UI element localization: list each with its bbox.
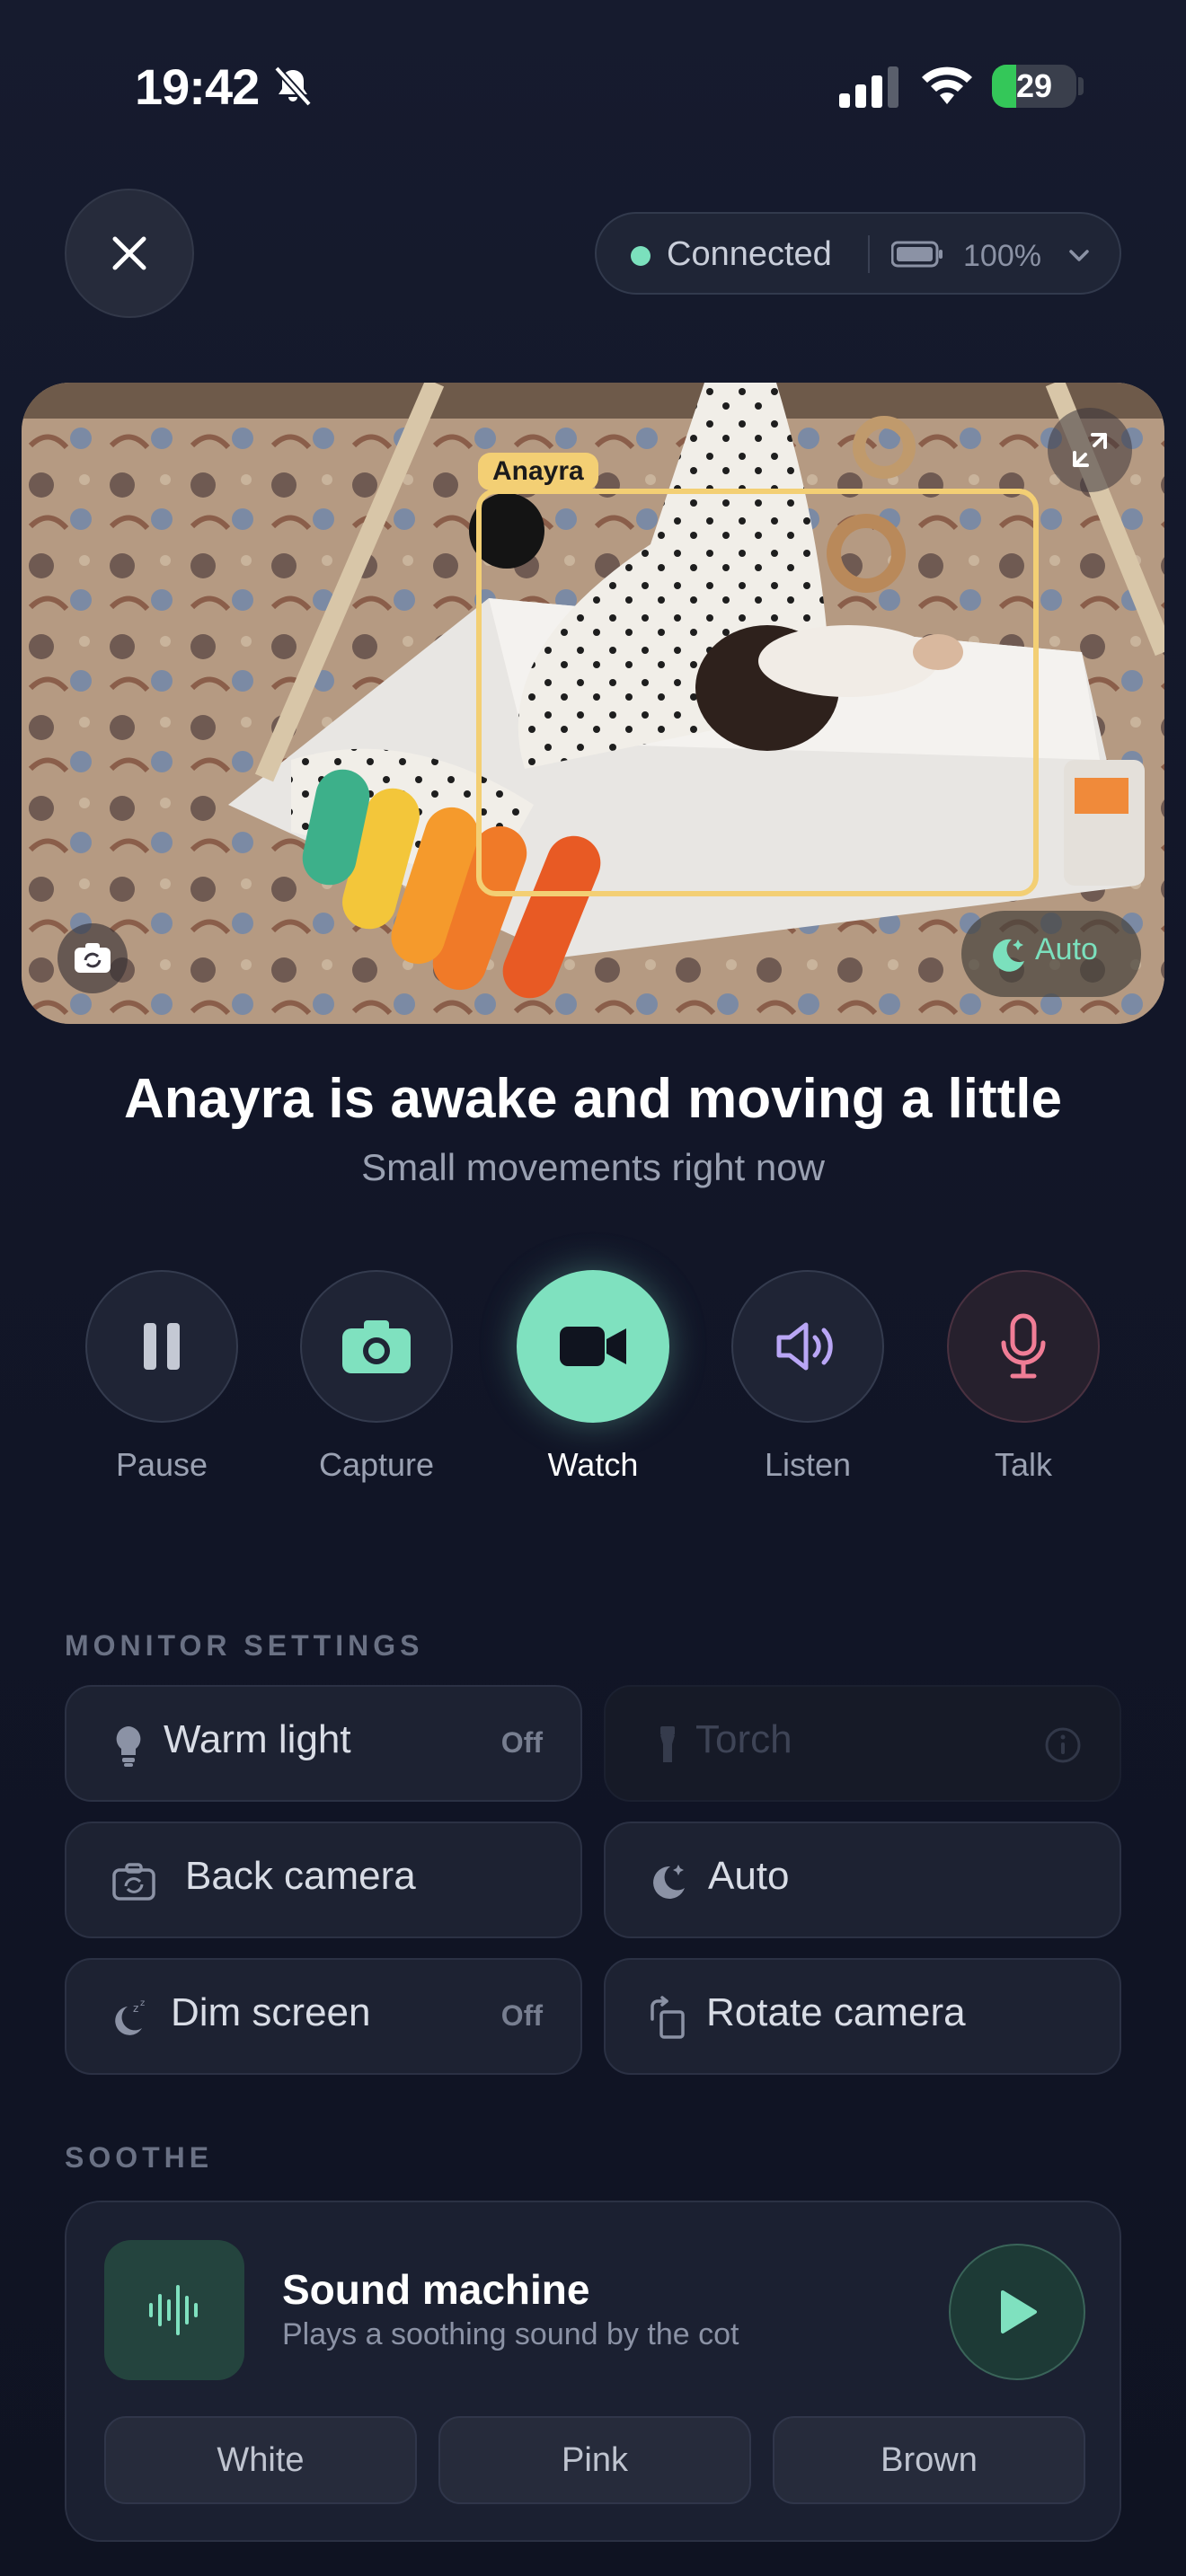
rotate-camera-button[interactable]: Rotate camera bbox=[604, 1958, 1121, 2075]
info-icon bbox=[1045, 1727, 1081, 1763]
close-icon bbox=[112, 236, 146, 270]
close-button[interactable] bbox=[65, 189, 194, 318]
dim-screen-value: Off bbox=[500, 1999, 543, 2032]
night-mode-label: Auto bbox=[708, 1854, 790, 1898]
camera-icon bbox=[342, 1320, 411, 1373]
tracking-label: Anayra bbox=[478, 453, 598, 490]
microphone-icon bbox=[1001, 1313, 1046, 1379]
dim-screen-toggle[interactable]: z z Dim screen Off bbox=[65, 1958, 582, 2075]
flashlight-icon bbox=[660, 1726, 675, 1762]
listen-button[interactable]: Listen bbox=[731, 1270, 884, 1495]
play-icon bbox=[1001, 2290, 1037, 2333]
moon-icon bbox=[653, 1865, 685, 1899]
tracking-box bbox=[476, 489, 1039, 896]
sound-machine-title: Sound machine bbox=[282, 2266, 590, 2313]
chevron-down-icon bbox=[1069, 250, 1089, 261]
play-button[interactable] bbox=[949, 2244, 1085, 2380]
back-camera-label: Back camera bbox=[185, 1854, 416, 1898]
listen-label: Listen bbox=[764, 1446, 852, 1483]
device-battery-percent: 100% bbox=[963, 239, 1041, 273]
night-mode-label: Auto bbox=[1035, 932, 1098, 966]
fullscreen-button[interactable] bbox=[1048, 408, 1132, 492]
soothe-heading: SOOTHE bbox=[65, 2141, 214, 2174]
pause-label: Pause bbox=[115, 1446, 208, 1483]
monitor-settings-heading: MONITOR SETTINGS bbox=[65, 1629, 424, 1662]
torch-label: Torch bbox=[695, 1717, 792, 1761]
sound-wave-icon bbox=[149, 2285, 198, 2335]
flip-camera-button[interactable] bbox=[58, 923, 128, 993]
pause-button[interactable]: Pause bbox=[85, 1270, 238, 1495]
torch-toggle: Torch bbox=[604, 1685, 1121, 1802]
talk-label: Talk bbox=[994, 1446, 1053, 1483]
connection-status-pill[interactable]: Connected 100% bbox=[595, 212, 1121, 295]
sound-machine-icon-tile bbox=[104, 2240, 244, 2380]
pause-icon bbox=[144, 1323, 180, 1370]
capture-circle bbox=[300, 1270, 453, 1423]
pause-circle bbox=[85, 1270, 238, 1423]
switch-camera-icon bbox=[112, 1863, 155, 1901]
dim-screen-label: Dim screen bbox=[171, 1990, 371, 2034]
moon-icon bbox=[993, 939, 1024, 972]
sound-machine-subtitle: Plays a soothing sound by the cot bbox=[282, 2317, 739, 2351]
watch-button[interactable]: Watch bbox=[517, 1270, 669, 1495]
baby-status-title: Anayra is awake and moving a little bbox=[123, 1068, 1063, 1130]
video-icon bbox=[560, 1327, 626, 1366]
capture-button[interactable]: Capture bbox=[300, 1270, 453, 1495]
expand-icon bbox=[1073, 433, 1107, 467]
battery-tip bbox=[1078, 77, 1084, 95]
white-noise-button[interactable]: White bbox=[104, 2416, 417, 2504]
divider bbox=[868, 235, 870, 273]
baby-status-subtitle: Small movements right now bbox=[361, 1146, 825, 1188]
svg-text:z: z bbox=[133, 2002, 138, 2015]
battery-percent: 29 bbox=[1015, 67, 1053, 104]
moon-sleep-icon: z z bbox=[115, 1998, 145, 2035]
camera-feed[interactable]: Anayra Auto bbox=[22, 383, 1164, 1024]
night-mode-toggle[interactable]: Auto bbox=[604, 1822, 1121, 1938]
battery-indicator: 29 bbox=[992, 65, 1076, 108]
bell-muted-icon bbox=[274, 66, 312, 107]
lightbulb-icon bbox=[116, 1726, 141, 1767]
cellular-signal-icon bbox=[839, 66, 898, 108]
watch-circle bbox=[517, 1270, 669, 1423]
connection-status: Connected bbox=[667, 235, 832, 273]
warm-light-toggle[interactable]: Warm light Off bbox=[65, 1685, 582, 1802]
switch-camera-icon bbox=[75, 943, 111, 973]
connection-dot bbox=[631, 246, 651, 266]
talk-button[interactable]: Talk bbox=[947, 1270, 1100, 1495]
speaker-icon bbox=[776, 1322, 833, 1371]
rotate-icon bbox=[651, 1996, 685, 2039]
watch-label: Watch bbox=[547, 1446, 639, 1483]
svg-text:z: z bbox=[140, 1998, 145, 2008]
night-mode-pill[interactable]: Auto bbox=[961, 911, 1141, 997]
warm-light-label: Warm light bbox=[164, 1717, 351, 1761]
status-bar: 19:42 29 bbox=[0, 0, 1186, 171]
monitor-screen: 19:42 29 Connected 100% Anayra Auto Anay… bbox=[0, 0, 1186, 2576]
status-time: 19:42 bbox=[135, 58, 260, 115]
wifi-icon bbox=[922, 66, 972, 104]
brown-noise-button[interactable]: Brown bbox=[773, 2416, 1085, 2504]
talk-circle bbox=[947, 1270, 1100, 1423]
device-battery-icon bbox=[891, 241, 943, 268]
listen-circle bbox=[731, 1270, 884, 1423]
pink-noise-button[interactable]: Pink bbox=[438, 2416, 751, 2504]
back-camera-toggle[interactable]: Back camera bbox=[65, 1822, 582, 1938]
sound-machine-card: Sound machine Plays a soothing sound by … bbox=[65, 2201, 1121, 2542]
rotate-camera-label: Rotate camera bbox=[706, 1990, 966, 2034]
capture-label: Capture bbox=[318, 1446, 435, 1483]
warm-light-value: Off bbox=[500, 1726, 543, 1759]
